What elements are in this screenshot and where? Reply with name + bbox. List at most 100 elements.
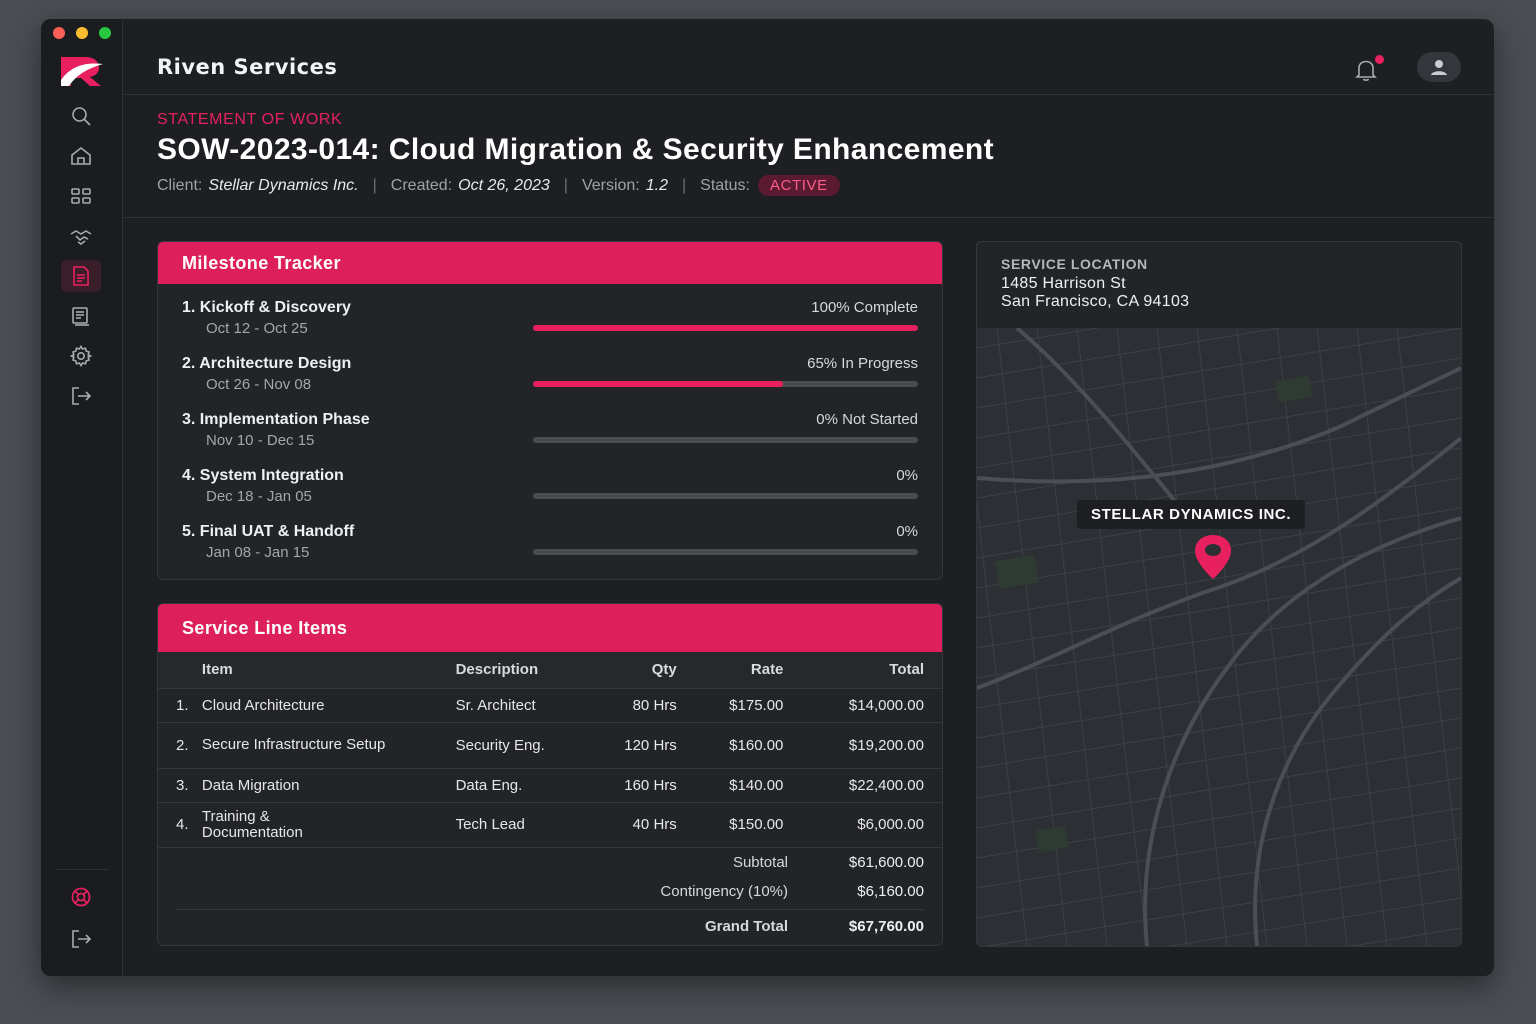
milestone-dates: Oct 26 - Nov 08	[206, 376, 312, 393]
settings-icon[interactable]	[61, 340, 101, 372]
milestone-item: 1. Kickoff & Discovery Oct 12 - Oct 25 1…	[182, 299, 918, 353]
sidebar-divider	[55, 869, 109, 870]
meta-separator: |	[372, 176, 377, 194]
maximize-window-button[interactable]	[99, 27, 111, 39]
meta-separator: |	[682, 176, 687, 194]
milestone-progress-track	[533, 549, 918, 555]
client-label: Client:	[157, 176, 203, 194]
home-icon[interactable]	[61, 140, 101, 172]
milestone-progress-track	[533, 325, 918, 331]
row-rate: $150.00	[676, 802, 784, 848]
top-bar: Riven Services	[123, 19, 1494, 95]
column-header-item: Item	[201, 652, 456, 689]
brand-name: Riven Services	[157, 55, 338, 79]
totals-divider	[176, 909, 924, 910]
row-qty: 160 Hrs	[595, 768, 677, 803]
table-row[interactable]: 4. Training & Documentation Tech Lead 40…	[158, 802, 942, 848]
row-number: 3.	[158, 768, 202, 803]
table-header-row: Item Description Qty Rate Total	[158, 652, 942, 689]
row-rate: $140.00	[676, 768, 784, 803]
row-total: $6,000.00	[783, 802, 942, 848]
status-label: Status:	[700, 176, 750, 194]
status-badge: ACTIVE	[757, 175, 840, 196]
map-pin-icon[interactable]	[1189, 533, 1237, 581]
row-number: 1.	[158, 688, 202, 723]
contingency-value: $6,160.00	[857, 883, 924, 900]
table-row[interactable]: 2. Secure Infrastructure Setup Security …	[158, 722, 942, 769]
row-total: $19,200.00	[783, 722, 942, 769]
milestone-title: 2. Architecture Design	[182, 355, 352, 372]
signout-icon[interactable]	[61, 923, 101, 955]
invoice-icon[interactable]	[61, 300, 101, 332]
minimize-window-button[interactable]	[76, 27, 88, 39]
user-avatar[interactable]	[1417, 52, 1461, 82]
milestone-progress-fill	[533, 381, 784, 387]
column-header-description: Description	[455, 652, 596, 689]
row-qty: 80 Hrs	[595, 688, 677, 723]
row-number: 4.	[158, 802, 202, 848]
location-street: 1485 Harrison St	[1001, 275, 1126, 292]
handshake-icon[interactable]	[61, 220, 101, 252]
milestone-status: 0%	[896, 523, 918, 540]
map-streets	[977, 267, 1461, 946]
location-label: SERVICE LOCATION	[1001, 256, 1148, 272]
map-location-callout: STELLAR DYNAMICS INC.	[1077, 500, 1306, 529]
milestone-dates: Oct 12 - Oct 25	[206, 320, 308, 337]
milestone-progress-track	[533, 493, 918, 499]
document-icon[interactable]	[61, 260, 101, 292]
help-icon[interactable]	[61, 881, 101, 913]
milestone-item: 4. System Integration Dec 18 - Jan 05 0%	[182, 467, 918, 521]
milestone-progress-fill	[533, 325, 918, 331]
search-icon[interactable]	[61, 100, 101, 132]
notification-dot	[1375, 55, 1384, 64]
riven-logo[interactable]	[59, 53, 105, 87]
grand-total-label: Grand Total	[704, 918, 788, 935]
row-rate: $175.00	[676, 688, 784, 723]
milestone-status: 0% Not Started	[816, 411, 918, 428]
milestone-status: 100% Complete	[811, 299, 918, 316]
row-description: Tech Lead	[455, 802, 596, 848]
line-items-table: Item Description Qty Rate Total 1. Cloud…	[158, 652, 942, 848]
location-city: San Francisco, CA 94103	[1001, 293, 1190, 310]
document-type-label: STATEMENT OF WORK	[157, 111, 343, 128]
table-row[interactable]: 3. Data Migration Data Eng. 160 Hrs $140…	[158, 768, 942, 803]
service-location-card: SERVICE LOCATION 1485 Harrison St San Fr…	[976, 241, 1462, 947]
location-details: SERVICE LOCATION 1485 Harrison St San Fr…	[1001, 256, 1189, 311]
milestone-progress-track	[533, 381, 918, 387]
client-value: Stellar Dynamics Inc.	[208, 176, 359, 194]
row-item: Training & Documentation	[201, 802, 456, 848]
created-value: Oct 26, 2023	[458, 176, 550, 194]
row-qty: 120 Hrs	[595, 722, 677, 769]
table-row[interactable]: 1. Cloud Architecture Sr. Architect 80 H…	[158, 688, 942, 723]
milestone-tracker-title: Milestone Tracker	[158, 242, 942, 284]
milestone-dates: Dec 18 - Jan 05	[206, 488, 312, 505]
grid-icon[interactable]	[61, 180, 101, 212]
window-controls	[53, 27, 111, 39]
document-meta: Client: Stellar Dynamics Inc. | Created:…	[157, 175, 840, 196]
close-window-button[interactable]	[53, 27, 65, 39]
user-icon	[1431, 60, 1447, 75]
milestone-progress-track	[533, 437, 918, 443]
row-total: $22,400.00	[783, 768, 942, 803]
line-items-title: Service Line Items	[158, 604, 942, 652]
milestone-status: 0%	[896, 467, 918, 484]
logout-icon[interactable]	[61, 380, 101, 412]
milestone-title: 3. Implementation Phase	[182, 411, 370, 428]
grand-total-row: Grand Total $67,760.00	[588, 918, 924, 935]
contingency-label: Contingency (10%)	[660, 883, 788, 900]
created-label: Created:	[390, 176, 453, 194]
row-qty: 40 Hrs	[595, 802, 677, 848]
sidebar	[41, 19, 123, 976]
row-item: Cloud Architecture	[201, 688, 456, 723]
milestone-status: 65% In Progress	[807, 355, 918, 372]
milestone-title: 5. Final UAT & Handoff	[182, 523, 355, 540]
row-number: 2.	[158, 722, 202, 769]
app-window: Riven Services STATEMENT OF WORK SOW-202…	[41, 19, 1494, 976]
version-label: Version:	[581, 176, 640, 194]
row-description: Data Eng.	[455, 768, 596, 803]
milestone-item: 5. Final UAT & Handoff Jan 08 - Jan 15 0…	[182, 523, 918, 577]
milestone-tracker-card: Milestone Tracker 1. Kickoff & Discovery…	[157, 241, 943, 580]
location-map[interactable]: STELLAR DYNAMICS INC.	[977, 267, 1461, 946]
service-line-items-card: Service Line Items Item Description Qty …	[157, 603, 943, 946]
column-header-qty: Qty	[595, 652, 677, 689]
